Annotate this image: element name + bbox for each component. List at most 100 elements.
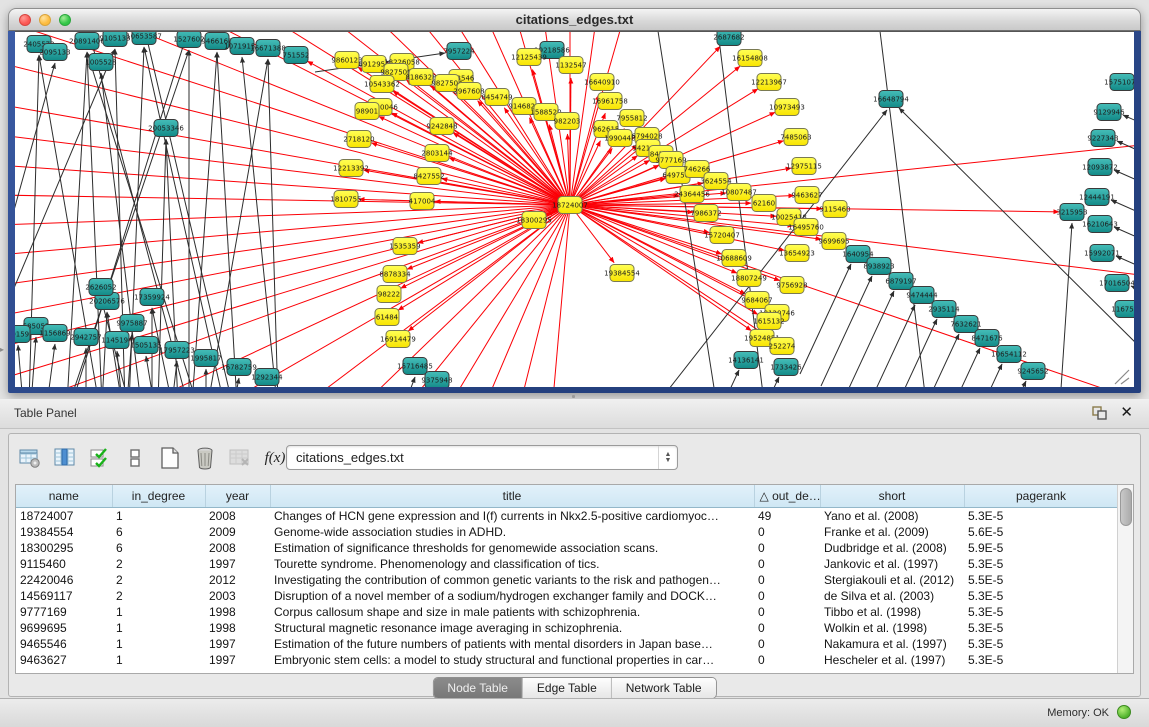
cell-in_degree[interactable]: 6 [112,540,205,556]
cell-title[interactable]: Investigating the contribution of common… [270,572,754,588]
table-row[interactable]: 977716911998Corpus callosum shape and si… [16,604,1118,620]
column-header-out_degree[interactable]: △ out_de… [754,485,820,508]
cell-name[interactable]: 22420046 [16,572,112,588]
cell-in_degree[interactable]: 6 [112,524,205,540]
cell-pagerank[interactable]: 5.9E-5 [964,540,1118,556]
cell-out_degree[interactable]: 0 [754,604,820,620]
row-selection-icon[interactable] [87,445,113,471]
table-row[interactable]: 911546021997Tourette syndrome. Phenomeno… [16,556,1118,572]
cell-short[interactable]: Dudbridge et al. (2008) [820,540,964,556]
tab-network-table[interactable]: Network Table [611,678,716,698]
window-titlebar[interactable]: citations_edges.txt [8,8,1141,31]
cell-title[interactable]: Structural magnetic resonance image aver… [270,620,754,636]
cell-in_degree[interactable]: 1 [112,604,205,620]
table-scrollbar-thumb[interactable] [1120,488,1132,526]
cell-name[interactable]: 9115460 [16,556,112,572]
tab-node-table[interactable]: Node Table [433,678,522,698]
network-canvas[interactable]: 2405572209513320891406100552891051331065… [15,31,1134,387]
column-header-year[interactable]: year [205,485,270,508]
panel-collapse-arrow[interactable]: ▸ [0,345,4,354]
cell-name[interactable]: 9777169 [16,604,112,620]
function-builder-icon[interactable]: f(x) [262,445,288,471]
cell-year[interactable]: 2008 [205,540,270,556]
cell-out_degree[interactable]: 49 [754,508,820,525]
table-settings-icon[interactable] [17,445,43,471]
table-row[interactable]: 1830029562008Estimation of significance … [16,540,1118,556]
cell-short[interactable]: Hescheler et al. (1997) [820,652,964,668]
table-selector-dropdown[interactable]: citations_edges.txt ▲▼ [286,445,678,470]
cell-name[interactable]: 18300295 [16,540,112,556]
cell-title[interactable]: Tourette syndrome. Phenomenology and cla… [270,556,754,572]
cell-pagerank[interactable]: 5.3E-5 [964,636,1118,652]
table-scrollbar[interactable] [1117,485,1133,673]
cell-pagerank[interactable]: 5.3E-5 [964,652,1118,668]
cell-year[interactable]: 2003 [205,588,270,604]
tab-edge-table[interactable]: Edge Table [522,678,611,698]
column-header-name[interactable]: name [16,485,112,508]
cell-in_degree[interactable]: 1 [112,508,205,525]
cell-year[interactable]: 1997 [205,636,270,652]
column-visibility-icon[interactable] [52,445,78,471]
table-row[interactable]: 1456911722003Disruption of a novel membe… [16,588,1118,604]
table-row[interactable]: 1872400712008Changes of HCN gene express… [16,508,1118,525]
cell-short[interactable]: Nakamura et al. (1997) [820,636,964,652]
cell-pagerank[interactable]: 5.3E-5 [964,620,1118,636]
column-header-title[interactable]: title [270,485,754,508]
memory-status-indicator[interactable] [1117,705,1131,719]
cell-title[interactable]: Embryonic stem cells: a model to study s… [270,652,754,668]
cell-in_degree[interactable]: 2 [112,556,205,572]
table-row[interactable]: 946362711997Embryonic stem cells: a mode… [16,652,1118,668]
cell-out_degree[interactable]: 0 [754,636,820,652]
cell-pagerank[interactable]: 5.3E-5 [964,604,1118,620]
cell-out_degree[interactable]: 0 [754,620,820,636]
table-row[interactable]: 969969511998Structural magnetic resonanc… [16,620,1118,636]
cell-out_degree[interactable]: 0 [754,652,820,668]
cell-title[interactable]: Estimation of significance thresholds fo… [270,540,754,556]
cell-pagerank[interactable]: 5.3E-5 [964,588,1118,604]
cell-out_degree[interactable]: 0 [754,572,820,588]
cell-year[interactable]: 2012 [205,572,270,588]
column-header-in_degree[interactable]: in_degree [112,485,205,508]
delete-trash-icon[interactable] [192,445,218,471]
cell-pagerank[interactable]: 5.3E-5 [964,556,1118,572]
cell-name[interactable]: 9465546 [16,636,112,652]
cell-short[interactable]: Wolkin et al. (1998) [820,620,964,636]
cell-in_degree[interactable]: 1 [112,652,205,668]
cell-short[interactable]: Tibbo et al. (1998) [820,604,964,620]
cell-year[interactable]: 1997 [205,556,270,572]
cell-in_degree[interactable]: 1 [112,620,205,636]
cell-out_degree[interactable]: 0 [754,524,820,540]
cell-pagerank[interactable]: 5.6E-5 [964,524,1118,540]
column-header-pagerank[interactable]: pagerank [964,485,1118,508]
cell-title[interactable]: Corpus callosum shape and size in male p… [270,604,754,620]
cell-in_degree[interactable]: 2 [112,588,205,604]
new-table-icon[interactable] [157,445,183,471]
cell-name[interactable]: 9699695 [16,620,112,636]
cell-short[interactable]: de Silva et al. (2003) [820,588,964,604]
column-header-short[interactable]: short [820,485,964,508]
cell-pagerank[interactable]: 5.3E-5 [964,508,1118,525]
row-height-icon[interactable] [122,445,148,471]
cell-short[interactable]: Franke et al. (2009) [820,524,964,540]
cell-year[interactable]: 2009 [205,524,270,540]
cell-out_degree[interactable]: 0 [754,540,820,556]
cell-short[interactable]: Jankovic et al. (1997) [820,556,964,572]
table-row[interactable]: 2242004622012Investigating the contribut… [16,572,1118,588]
window-resize-grip[interactable] [1115,370,1129,384]
cell-year[interactable]: 1998 [205,620,270,636]
cell-title[interactable]: Disruption of a novel member of a sodium… [270,588,754,604]
cell-year[interactable]: 1998 [205,604,270,620]
cell-pagerank[interactable]: 5.5E-5 [964,572,1118,588]
cell-out_degree[interactable]: 0 [754,556,820,572]
cell-title[interactable]: Changes of HCN gene expression and I(f) … [270,508,754,525]
cell-short[interactable]: Stergiakouli et al. (2012) [820,572,964,588]
table-row[interactable]: 1938455462009Genome-wide association stu… [16,524,1118,540]
cell-out_degree[interactable]: 0 [754,588,820,604]
cell-year[interactable]: 1997 [205,652,270,668]
close-panel-icon[interactable]: ✕ [1120,403,1133,421]
cell-name[interactable]: 19384554 [16,524,112,540]
cell-short[interactable]: Yano et al. (2008) [820,508,964,525]
cell-name[interactable]: 18724007 [16,508,112,525]
cell-year[interactable]: 2008 [205,508,270,525]
cell-title[interactable]: Estimation of the future numbers of pati… [270,636,754,652]
